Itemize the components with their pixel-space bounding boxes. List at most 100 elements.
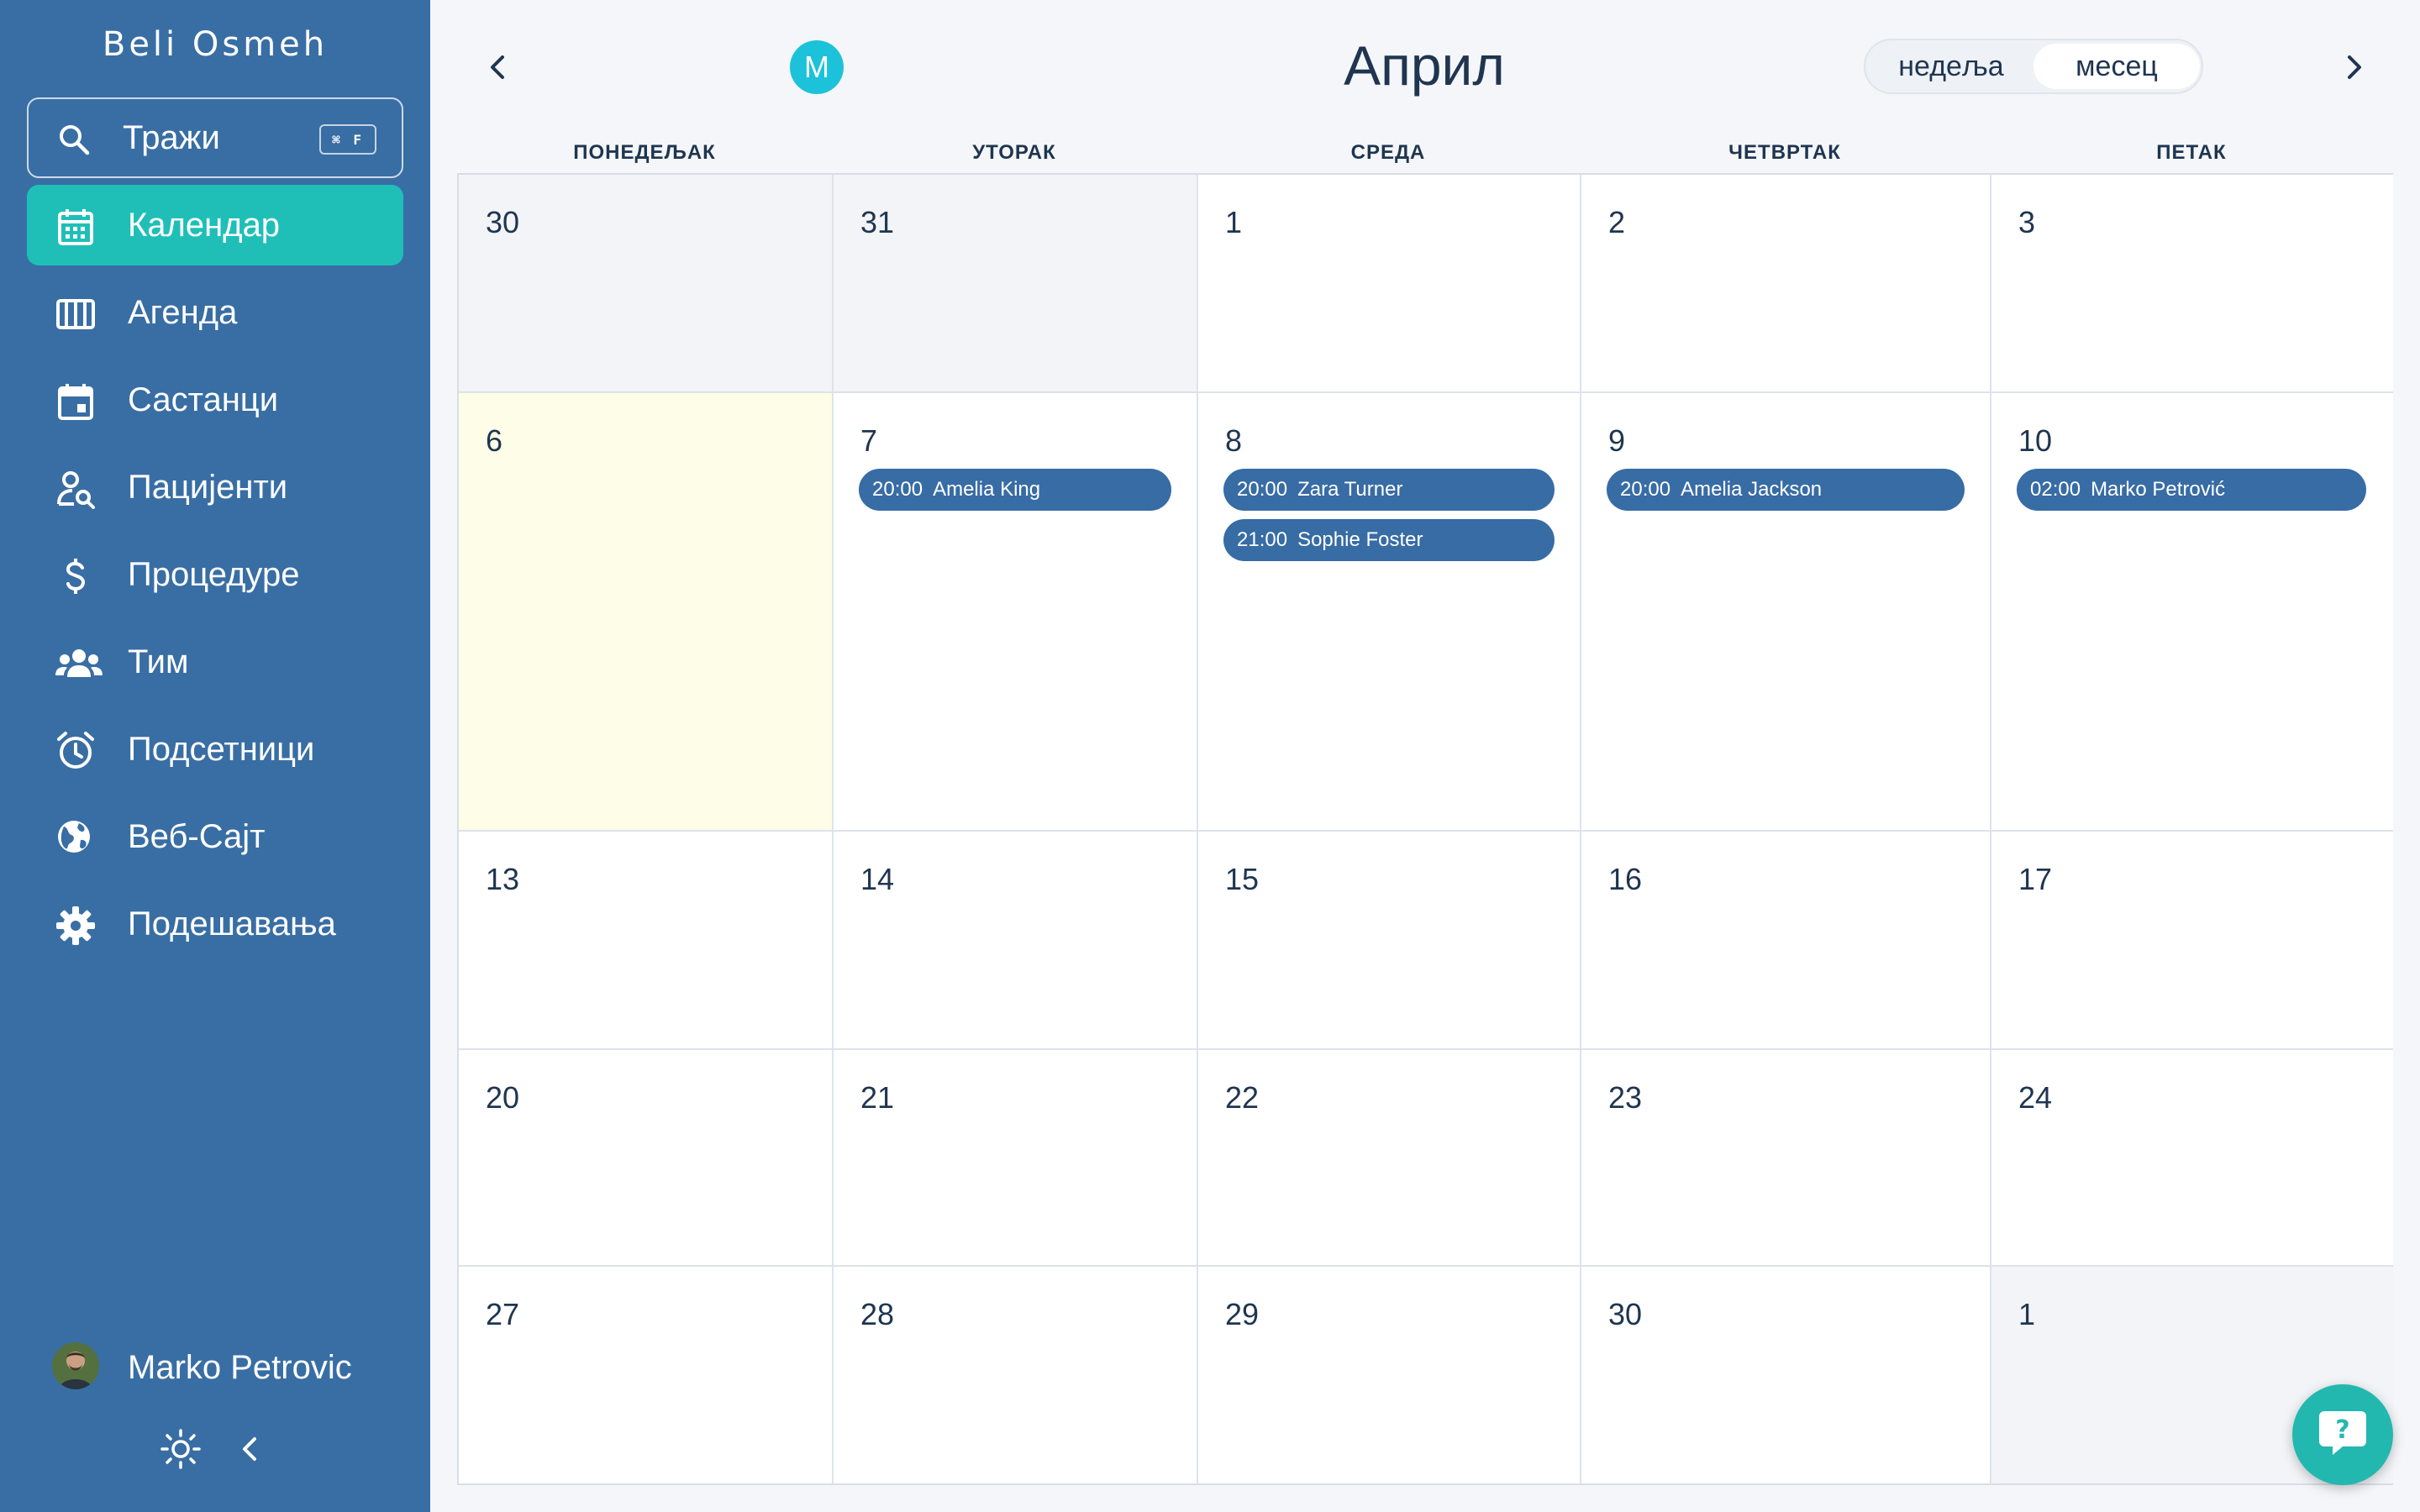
calendar-day[interactable]: 13 — [459, 832, 834, 1050]
calendar-event[interactable]: 20:00 Amelia King — [859, 469, 1171, 511]
day-number: 27 — [486, 1297, 520, 1331]
sidebar-item-meetings[interactable]: Састанци — [27, 360, 403, 440]
search-icon — [57, 123, 91, 156]
sidebar-item-label: Процедуре — [128, 556, 300, 593]
sidebar-item-label: Тим — [128, 643, 189, 680]
day-number: 7 — [860, 423, 878, 458]
sidebar-item-reminders[interactable]: Подсетници — [27, 709, 403, 790]
user-profile[interactable]: Marko Petrovic — [52, 1342, 405, 1393]
sidebar-item-agenda[interactable]: Агенда — [27, 272, 403, 353]
help-button[interactable]: ? — [2292, 1384, 2393, 1485]
event-patient-name: Amelia King — [933, 478, 1041, 501]
calendar-day[interactable]: 29 — [1198, 1267, 1581, 1483]
weekday-header: УТОРАК — [972, 141, 1056, 164]
sidebar-item-label: Подсетници — [128, 731, 315, 768]
calendar-day[interactable]: 22 — [1198, 1050, 1581, 1267]
prev-month-button[interactable] — [486, 52, 511, 82]
event-patient-name: Sophie Foster — [1297, 528, 1423, 551]
agenda-icon — [55, 294, 96, 334]
sidebar-item-patients[interactable]: Пацијенти — [27, 447, 403, 528]
day-number: 21 — [860, 1080, 895, 1115]
day-number: 9 — [1608, 423, 1626, 458]
calendar-day[interactable]: 2 — [1581, 175, 1991, 393]
calendar-day[interactable]: 30 — [459, 175, 834, 393]
day-number: 17 — [2018, 862, 2053, 896]
user-search-icon — [55, 469, 96, 509]
sidebar-item-team[interactable]: Тим — [27, 622, 403, 702]
sidebar-item-procedures[interactable]: Процедуре — [27, 534, 403, 615]
sun-icon[interactable] — [160, 1428, 202, 1470]
view-month-button[interactable]: месец — [2033, 44, 2200, 89]
gear-icon — [55, 906, 96, 946]
brand-name: Beli Osmeh — [102, 25, 329, 64]
event-time: 20:00 — [1237, 478, 1288, 501]
team-icon — [55, 643, 103, 684]
day-number: 15 — [1225, 862, 1260, 896]
calendar-day[interactable]: 23 — [1581, 1050, 1991, 1267]
calendar-day[interactable]: 28 — [834, 1267, 1198, 1483]
calendar-event[interactable]: 02:00 Marko Petrović — [2017, 469, 2366, 511]
sidebar-item-label: Подешавања — [128, 906, 336, 942]
calendar-day[interactable]: 30 — [1581, 1267, 1991, 1483]
calendar-day[interactable]: 3 — [1991, 175, 2393, 393]
event-patient-name: Zara Turner — [1297, 478, 1403, 501]
svg-text:?: ? — [2335, 1415, 2349, 1445]
day-number: 20 — [486, 1080, 520, 1115]
search-label: Тражи — [123, 119, 220, 156]
calendar-day[interactable]: 31 — [834, 175, 1198, 393]
weekday-header: ПОНЕДЕЉАК — [573, 141, 716, 164]
calendar-day[interactable]: 15 — [1198, 832, 1581, 1050]
calendar-day[interactable]: 8 20:00 Zara Turner 21:00 Sophie Foster — [1198, 393, 1581, 832]
alarm-icon — [55, 731, 96, 771]
event-patient-name: Marko Petrović — [2091, 478, 2226, 501]
calendar-event[interactable]: 20:00 Amelia Jackson — [1607, 469, 1965, 511]
calendar-day[interactable]: 9 20:00 Amelia Jackson — [1581, 393, 1991, 832]
globe-icon — [55, 818, 96, 858]
sidebar-item-label: Састанци — [128, 381, 279, 418]
calendar-day[interactable]: 27 — [459, 1267, 834, 1483]
day-number: 16 — [1608, 862, 1643, 896]
day-number: 1 — [1225, 205, 1243, 239]
sidebar-item-label: Веб-Сајт — [128, 818, 266, 855]
day-number: 29 — [1225, 1297, 1260, 1331]
calendar-event[interactable]: 21:00 Sophie Foster — [1223, 519, 1555, 561]
calendar-day[interactable]: 7 20:00 Amelia King — [834, 393, 1198, 832]
calendar-day[interactable]: 1 — [1198, 175, 1581, 393]
day-number: 23 — [1608, 1080, 1643, 1115]
calendar-day[interactable]: 10 02:00 Marko Petrović — [1991, 393, 2393, 832]
day-number: 30 — [1608, 1297, 1643, 1331]
chevron-left-icon[interactable] — [237, 1435, 262, 1463]
day-number: 6 — [486, 423, 503, 458]
calendar-day[interactable]: 20 — [459, 1050, 834, 1267]
day-number: 22 — [1225, 1080, 1260, 1115]
weekday-header: ПЕТАК — [2156, 141, 2227, 164]
day-number: 14 — [860, 862, 895, 896]
search-button[interactable]: Тражи ⌘ F — [27, 97, 403, 178]
event-time: 20:00 — [1620, 478, 1671, 501]
calendar-event[interactable]: 20:00 Zara Turner — [1223, 469, 1555, 511]
calendar-day[interactable]: 24 — [1991, 1050, 2393, 1267]
view-toggle: недеља месец — [1864, 39, 2203, 94]
calendar-day[interactable]: 17 — [1991, 832, 2393, 1050]
day-number: 2 — [1608, 205, 1626, 239]
sidebar-item-settings[interactable]: Подешавања — [27, 884, 403, 964]
sidebar-item-website[interactable]: Веб-Сајт — [27, 796, 403, 877]
calendar-day[interactable]: 14 — [834, 832, 1198, 1050]
day-number: 10 — [2018, 423, 2053, 458]
next-month-button[interactable] — [2341, 52, 2366, 82]
sidebar: Beli Osmeh Тражи ⌘ F Календар Агенда Сас… — [0, 0, 430, 1512]
sidebar-item-calendar[interactable]: Календар — [27, 185, 403, 265]
day-number: 8 — [1225, 423, 1243, 458]
search-shortcut: ⌘ F — [319, 124, 376, 155]
calendar-day[interactable]: 16 — [1581, 832, 1991, 1050]
sidebar-item-label: Календар — [128, 207, 281, 244]
month-grid: 30 31 1 2 3 6 7 20:00 Amelia King 8 20:00 Zara Turn… — [457, 173, 2393, 1485]
sidebar-item-label: Пацијенти — [128, 469, 288, 506]
calendar-day[interactable]: 21 — [834, 1050, 1198, 1267]
dollar-icon — [55, 556, 96, 596]
day-number: 31 — [860, 205, 895, 239]
event-time: 20:00 — [872, 478, 923, 501]
day-number: 1 — [2018, 1297, 2036, 1331]
calendar-day-today[interactable]: 6 — [459, 393, 834, 832]
view-week-button[interactable]: недеља — [1869, 44, 2033, 89]
